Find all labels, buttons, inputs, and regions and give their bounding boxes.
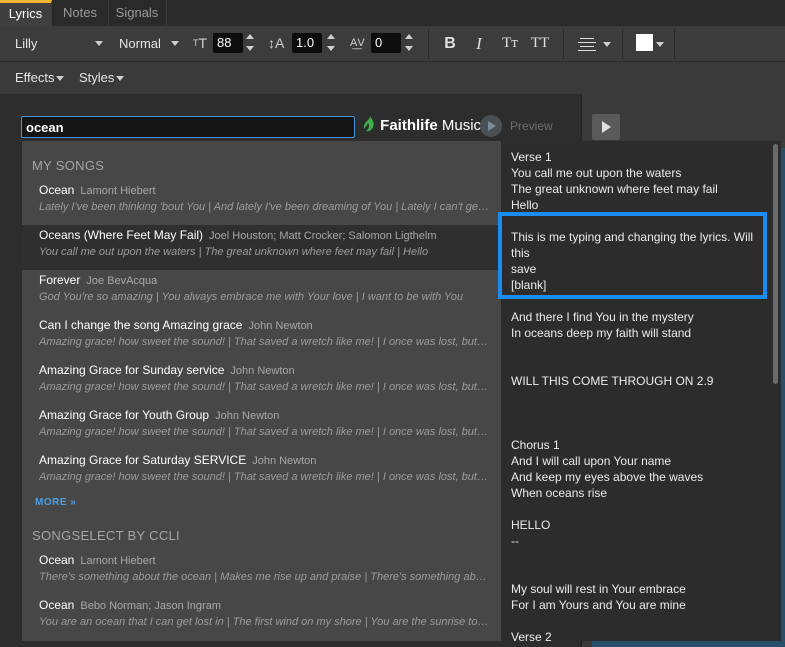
chevron-down-icon bbox=[56, 76, 64, 81]
song-result[interactable]: Amazing Grace for Youth Group John Newton… bbox=[22, 405, 501, 450]
font-size-stepper[interactable] bbox=[246, 34, 254, 52]
scrollbar-thumb[interactable] bbox=[773, 144, 778, 384]
tab-signals[interactable]: Signals bbox=[108, 0, 167, 26]
line-spacing-input[interactable]: 1.0 bbox=[292, 33, 322, 53]
lyric-line: My soul will rest in Your embrace bbox=[511, 582, 686, 596]
lyric-line: WILL THIS COME THROUGH ON 2.9 bbox=[511, 374, 714, 388]
lowercase-button[interactable]: Tт bbox=[499, 26, 521, 61]
toolbar-divider bbox=[428, 29, 429, 59]
search-results-dropdown: MY SONGS Ocean Lamont Hiebert Lately I've… bbox=[22, 141, 501, 641]
text-color-swatch[interactable] bbox=[636, 34, 653, 51]
toolbar-divider bbox=[563, 29, 564, 59]
lyric-line: And I will call upon Your name bbox=[511, 454, 672, 468]
lyrics-scrollbar[interactable] bbox=[771, 141, 781, 641]
font-weight-select[interactable]: Normal bbox=[119, 26, 179, 61]
song-result[interactable]: Amazing Grace for Saturday SERVICE John N… bbox=[22, 450, 501, 495]
toolbar-divider bbox=[674, 29, 675, 59]
songselect-header: SONGSELECT BY CCLI bbox=[32, 528, 180, 543]
lyric-line: And there I find You in the mystery bbox=[511, 310, 694, 324]
format-toolbar: Lilly Normal TT 88 ↕A 1.0 A͟V 0 B I Tт T… bbox=[0, 26, 785, 62]
styles-label: Styles bbox=[79, 70, 115, 85]
font-family-value: Lilly bbox=[15, 36, 38, 51]
font-size-icon: TT bbox=[193, 35, 208, 51]
faithlife-music-logo: Faithlife Music bbox=[363, 116, 481, 136]
lyric-line: -- bbox=[511, 534, 519, 548]
uppercase-button[interactable]: TT bbox=[528, 26, 552, 61]
preview-label[interactable]: Preview bbox=[510, 117, 553, 135]
lyric-line: Verse 1 bbox=[511, 150, 552, 164]
faithlife-flame-icon bbox=[363, 116, 374, 132]
font-family-select[interactable]: Lilly bbox=[15, 26, 105, 61]
lyric-line: When oceans rise bbox=[511, 486, 608, 500]
lyric-line: In oceans deep my faith will stand bbox=[511, 326, 692, 340]
chevron-down-icon[interactable] bbox=[656, 42, 664, 47]
secondary-toolbar: Effects Styles bbox=[0, 62, 785, 94]
font-weight-value: Normal bbox=[119, 36, 161, 51]
char-spacing-input[interactable]: 0 bbox=[371, 33, 401, 53]
song-result[interactable]: Ocean Lamont Hiebert Lately I've been thi… bbox=[22, 180, 501, 225]
song-search-field[interactable] bbox=[21, 116, 355, 138]
song-result-selected[interactable]: Oceans (Where Feet May Fail) Joel Houston… bbox=[22, 225, 501, 270]
chevron-down-icon[interactable] bbox=[603, 42, 611, 47]
song-result[interactable]: Forever Joe BevAcqua God You're so amazin… bbox=[22, 270, 501, 315]
font-size-input[interactable]: 88 bbox=[213, 33, 243, 53]
lyric-line: You call me out upon the waters bbox=[511, 166, 682, 180]
align-center-icon[interactable] bbox=[578, 37, 596, 51]
song-result[interactable]: Can I change the song Amazing grace John … bbox=[22, 315, 501, 360]
lyric-line: Chorus 1 bbox=[511, 438, 560, 452]
char-spacing-stepper[interactable] bbox=[405, 34, 413, 52]
lyric-line: Hello bbox=[511, 198, 539, 212]
song-search-input[interactable] bbox=[22, 117, 326, 137]
styles-menu-button[interactable]: Styles bbox=[79, 62, 129, 94]
songselect-result[interactable]: Ocean Lamont Hiebert There's something ab… bbox=[22, 550, 501, 595]
chevron-down-icon bbox=[116, 76, 124, 81]
line-spacing-icon: ↕A bbox=[268, 35, 285, 51]
effects-menu-button[interactable]: Effects bbox=[15, 62, 67, 94]
chevron-down-icon bbox=[171, 41, 179, 46]
my-songs-header: MY SONGS bbox=[32, 158, 105, 173]
chevron-down-icon bbox=[95, 41, 103, 46]
lyric-line: For I am Yours and You are mine bbox=[511, 598, 686, 612]
tab-bar: Lyrics Notes Signals bbox=[0, 0, 785, 27]
lyric-line: Verse 2 bbox=[511, 630, 552, 641]
toolbar-divider bbox=[622, 29, 623, 59]
song-result[interactable]: Amazing Grace for Sunday service John New… bbox=[22, 360, 501, 405]
play-icon[interactable] bbox=[592, 114, 620, 140]
bold-button[interactable]: B bbox=[440, 26, 460, 61]
char-spacing-icon: A͟V bbox=[350, 37, 365, 49]
tab-lyrics[interactable]: Lyrics bbox=[0, 0, 52, 26]
songselect-result[interactable]: Ocean Bebo Norman; Jason Ingram You are a… bbox=[22, 595, 501, 640]
line-spacing-stepper[interactable] bbox=[327, 34, 335, 52]
effects-label: Effects bbox=[15, 70, 55, 85]
preview-play-button[interactable] bbox=[480, 115, 502, 137]
lyric-line: And keep my eyes above the waves bbox=[511, 470, 704, 484]
italic-button[interactable]: I bbox=[470, 26, 488, 61]
highlight-annotation-box bbox=[498, 212, 767, 299]
more-results-link[interactable]: MORE » bbox=[35, 497, 76, 508]
tab-notes[interactable]: Notes bbox=[52, 0, 109, 26]
lyric-line: The great unknown where feet may fail bbox=[511, 182, 718, 196]
lyric-line: HELLO bbox=[511, 518, 551, 532]
